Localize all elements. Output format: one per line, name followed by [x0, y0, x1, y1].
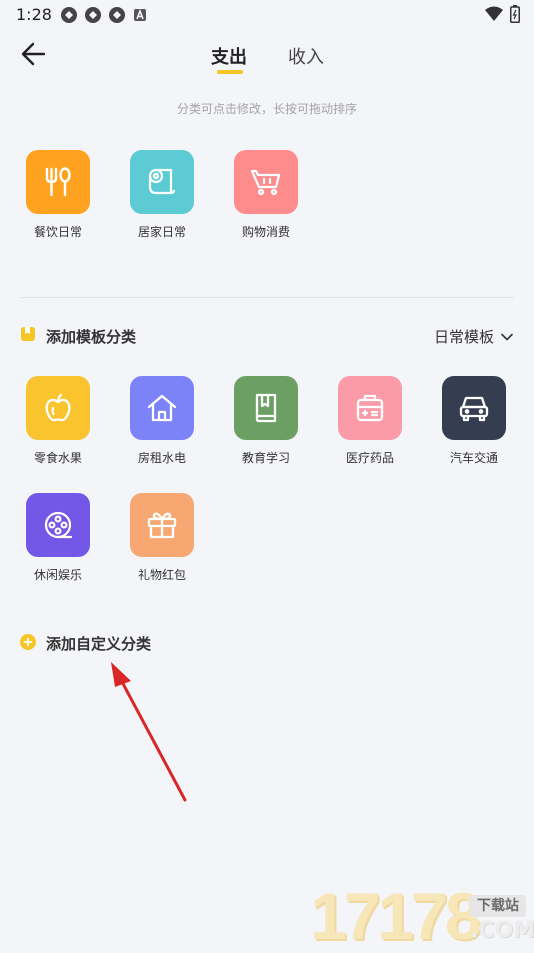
watermark-badge: 下载站 — [470, 895, 526, 917]
watermark-logo: 17178 下载站 .COM — [310, 879, 534, 953]
watermark-suffix: .COM — [470, 918, 534, 943]
watermark-digits: 17178 — [310, 879, 482, 953]
annotation-arrow — [111, 662, 187, 802]
